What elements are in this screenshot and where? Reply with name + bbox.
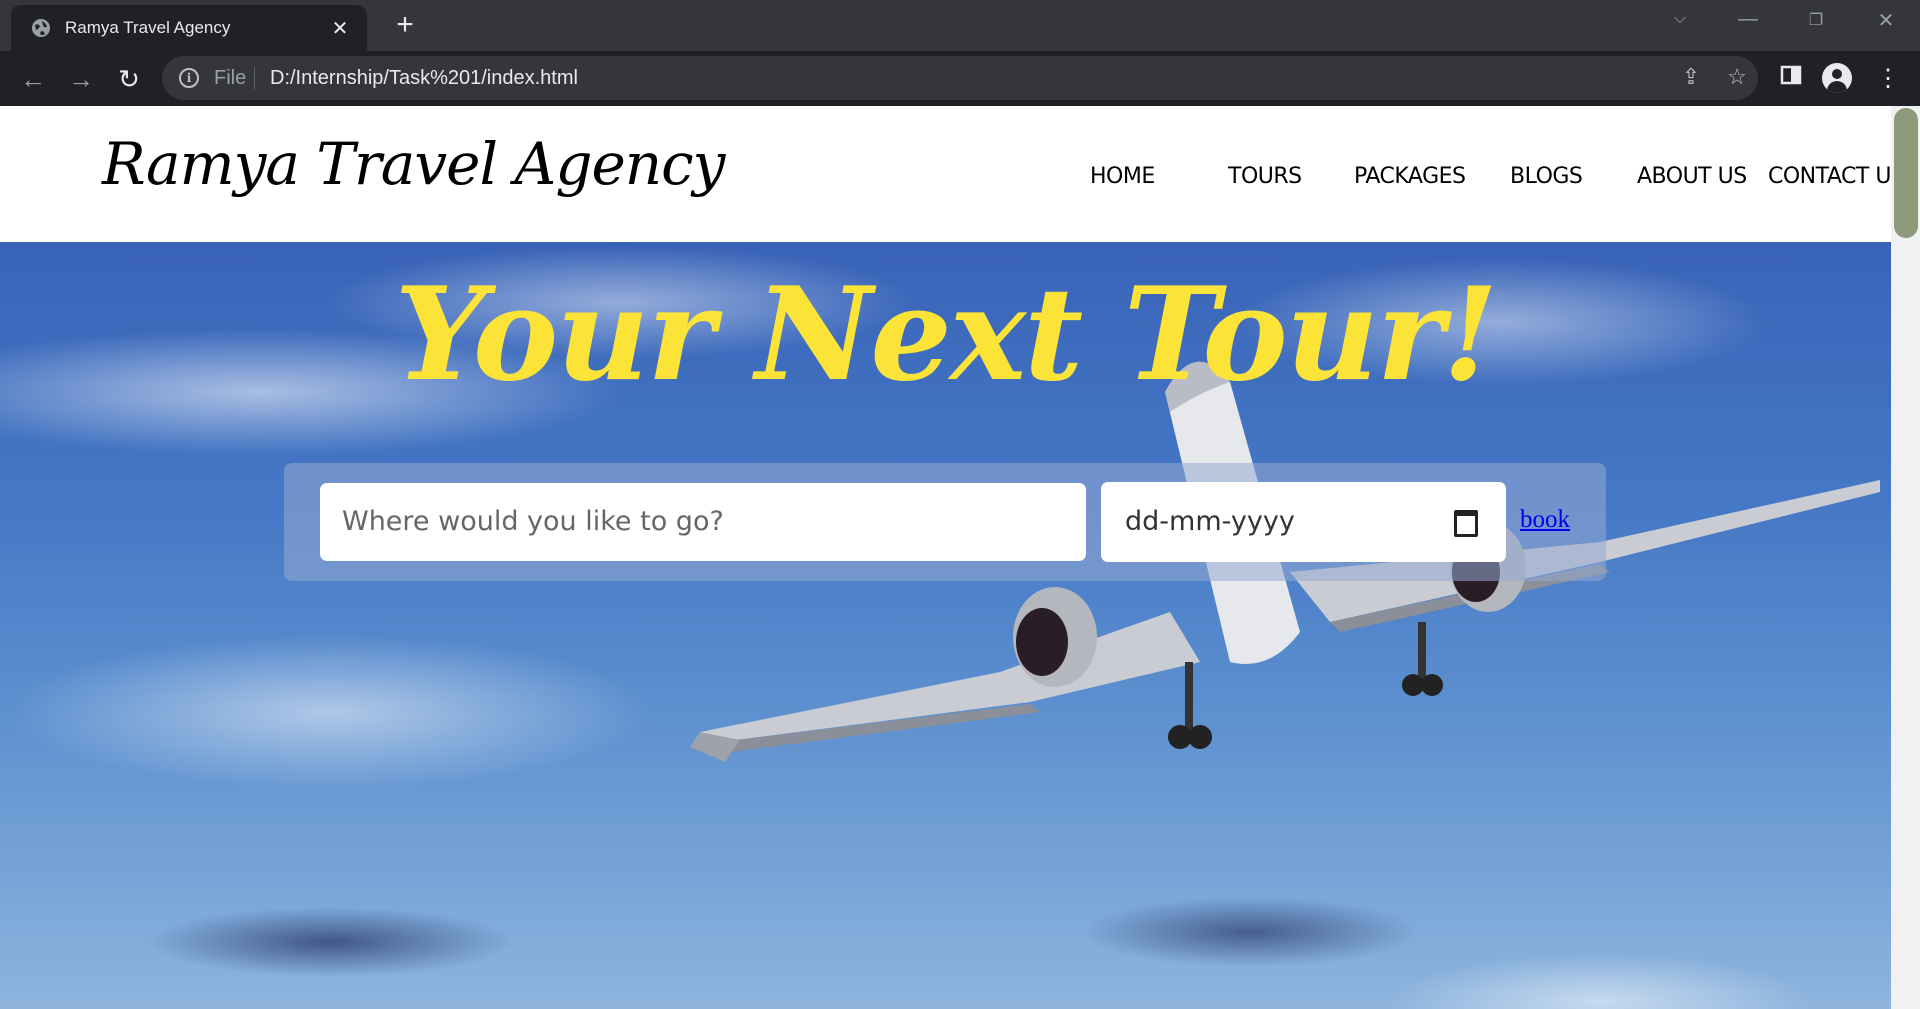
back-icon[interactable]: ← xyxy=(16,62,50,96)
calendar-icon[interactable] xyxy=(1454,510,1478,537)
info-icon[interactable]: i xyxy=(179,68,199,88)
browser-toolbar: ← → ↻ i File D:/Internship/Task%201/inde… xyxy=(0,51,1920,106)
main-nav: HOME TOURS PACKAGES BLOGS ABOUT US CONTA… xyxy=(1050,106,1905,242)
page-scrollbar[interactable] xyxy=(1891,106,1920,1009)
browser-tab[interactable]: Ramya Travel Agency ✕ xyxy=(11,5,367,51)
nav-contact-us[interactable]: CONTACT US xyxy=(1768,164,1905,189)
new-tab-button[interactable]: + xyxy=(388,9,422,41)
tab-title: Ramya Travel Agency xyxy=(65,18,231,37)
page-viewport: Ramya Travel Agency HOME TOURS PACKAGES … xyxy=(0,106,1920,1009)
restore-icon[interactable]: ❐ xyxy=(1796,10,1836,30)
tab-strip: Ramya Travel Agency ✕ + ⌵ — ❐ ✕ xyxy=(0,0,1920,51)
nav-blogs[interactable]: BLOGS xyxy=(1510,164,1583,189)
forward-icon[interactable]: → xyxy=(64,62,98,96)
divider xyxy=(254,67,255,89)
share-icon[interactable]: ⇪ xyxy=(1676,64,1706,90)
site-header: Ramya Travel Agency HOME TOURS PACKAGES … xyxy=(0,106,1905,242)
scheme-label: File xyxy=(214,67,247,89)
date-placeholder: dd-mm-yyyy xyxy=(1125,506,1295,537)
url-text[interactable]: D:/Internship/Task%201/index.html xyxy=(270,67,578,90)
site-logo[interactable]: Ramya Travel Agency xyxy=(102,130,725,198)
globe-icon xyxy=(32,19,50,37)
date-input[interactable]: dd-mm-yyyy xyxy=(1101,482,1506,562)
minimize-icon[interactable]: — xyxy=(1728,8,1768,31)
web-page: Ramya Travel Agency HOME TOURS PACKAGES … xyxy=(0,106,1905,1009)
nav-about-us[interactable]: ABOUT US xyxy=(1637,164,1747,189)
address-bar[interactable]: i File D:/Internship/Task%201/index.html… xyxy=(162,56,1758,100)
hero-title: Your Next Tour! xyxy=(394,260,1499,410)
side-panel-icon[interactable] xyxy=(1776,64,1806,94)
nav-tours[interactable]: TOURS xyxy=(1228,164,1302,189)
nav-packages[interactable]: PACKAGES xyxy=(1354,164,1466,189)
book-link[interactable]: book xyxy=(1520,506,1570,534)
reload-icon[interactable]: ↻ xyxy=(112,62,146,96)
hero-section: Your Next Tour! Where would you like to … xyxy=(0,242,1891,1009)
window-close-icon[interactable]: ✕ xyxy=(1866,8,1906,33)
chevron-down-icon[interactable]: ⌵ xyxy=(1660,10,1700,28)
star-icon[interactable]: ☆ xyxy=(1722,64,1752,90)
booking-form: Where would you like to go? dd-mm-yyyy b… xyxy=(284,463,1606,581)
scrollbar-thumb[interactable] xyxy=(1894,108,1918,238)
profile-icon[interactable] xyxy=(1822,63,1852,93)
menu-icon[interactable]: ⋮ xyxy=(1873,64,1903,94)
nav-home[interactable]: HOME xyxy=(1090,164,1155,189)
destination-input[interactable]: Where would you like to go? xyxy=(320,483,1086,561)
close-icon[interactable]: ✕ xyxy=(325,16,355,41)
